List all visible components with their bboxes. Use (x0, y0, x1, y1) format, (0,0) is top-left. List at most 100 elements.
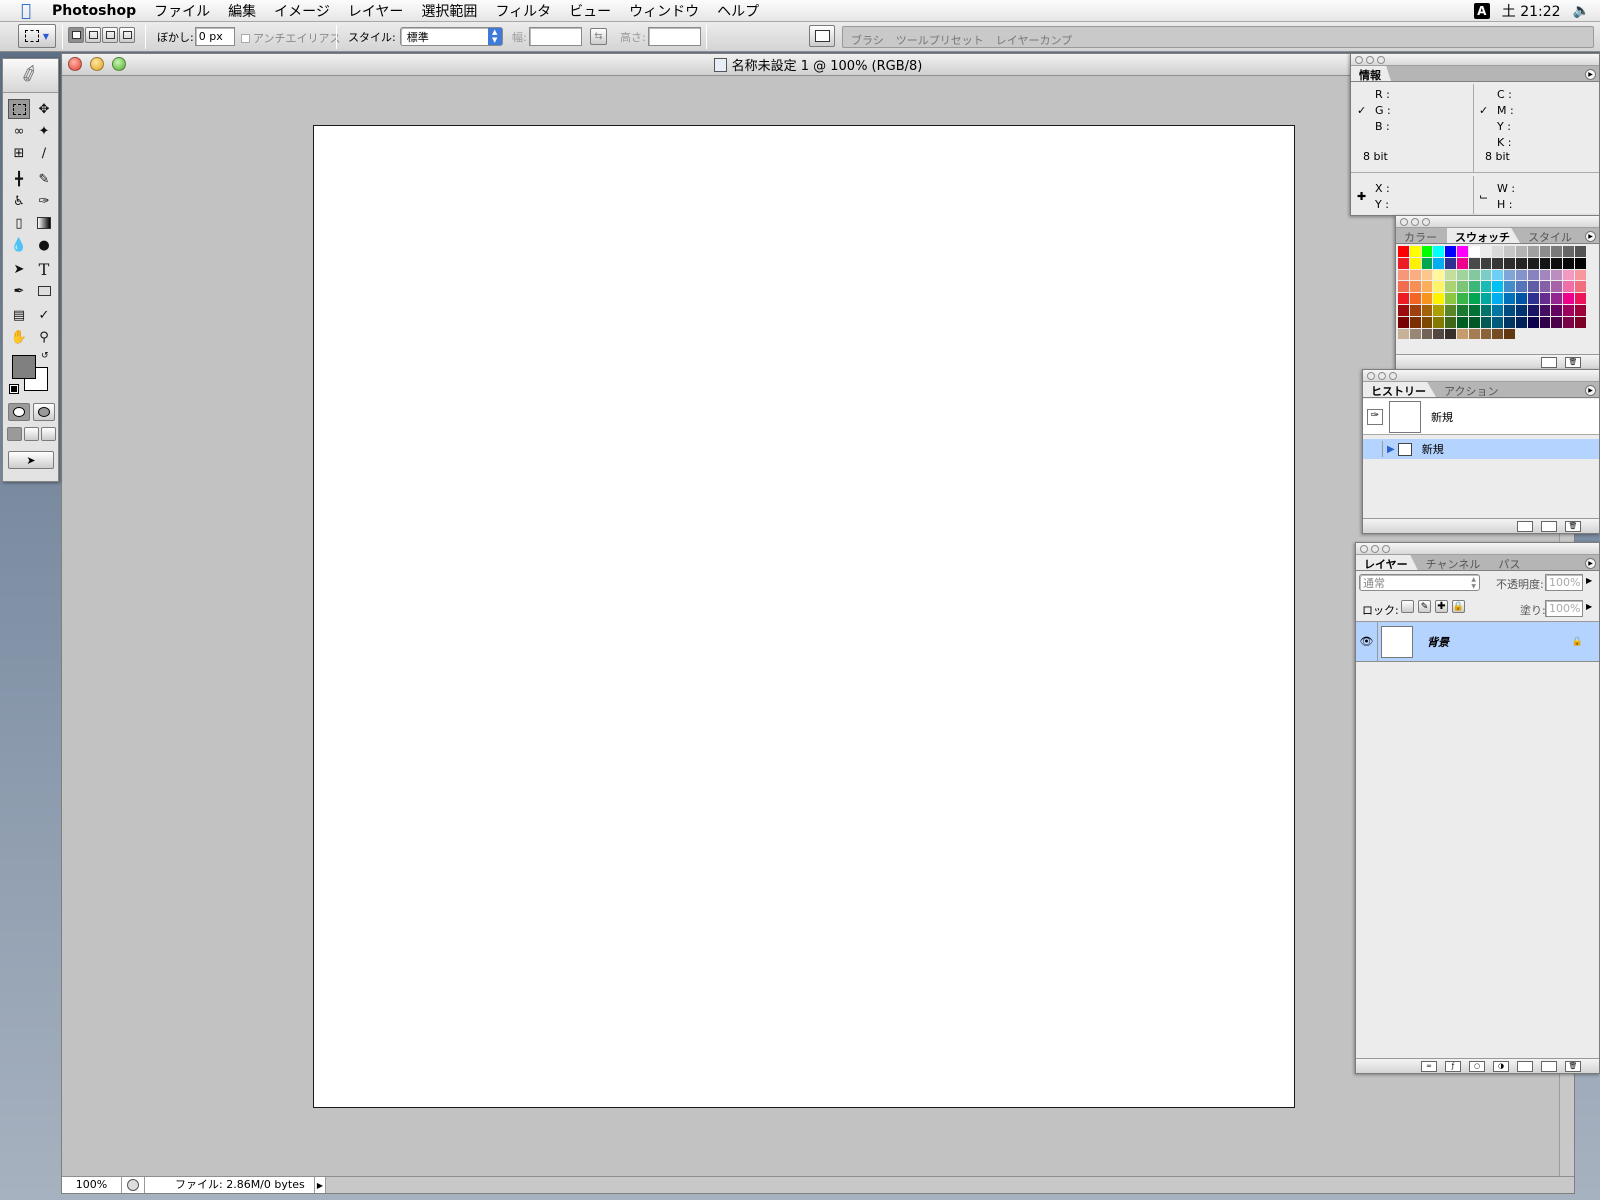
tab-history[interactable]: ヒストリー (1363, 382, 1436, 397)
swap-colors-icon[interactable]: ↺ (41, 351, 49, 361)
color-swatch[interactable] (1421, 257, 1434, 270)
rectangular-marquee-tool-icon[interactable] (8, 99, 30, 119)
eye-icon[interactable]: 👁 (1356, 622, 1378, 661)
color-swatch[interactable] (1539, 316, 1552, 329)
color-swatch[interactable] (1468, 316, 1481, 329)
color-swatch[interactable] (1445, 293, 1457, 305)
color-swatch[interactable] (1409, 316, 1422, 329)
add-selection-icon[interactable] (85, 27, 101, 43)
color-swatch[interactable] (1574, 304, 1587, 317)
color-swatch[interactable] (1409, 269, 1422, 282)
tab-layers[interactable]: レイヤー (1356, 555, 1418, 570)
color-swatch[interactable] (1398, 281, 1410, 294)
trash-icon[interactable]: 🗑 (1565, 356, 1581, 368)
history-panel-titlebar[interactable] (1363, 370, 1599, 382)
file-browser-icon[interactable] (809, 25, 835, 47)
zoom-window-button[interactable] (112, 57, 126, 71)
lasso-tool-icon[interactable]: ∞ (8, 121, 30, 141)
color-swatch[interactable] (1398, 293, 1410, 305)
history-source-checkbox[interactable] (1367, 441, 1383, 457)
color-swatch[interactable] (1504, 257, 1516, 270)
color-swatch[interactable] (1551, 293, 1564, 305)
color-swatch[interactable] (1527, 304, 1540, 317)
color-swatch[interactable] (1468, 281, 1481, 294)
color-swatch[interactable] (1574, 246, 1587, 258)
color-swatch[interactable] (1574, 257, 1587, 270)
status-info-icon[interactable] (127, 1179, 139, 1191)
color-swatch[interactable] (1480, 269, 1493, 282)
opacity-input[interactable]: 100% (1545, 574, 1583, 591)
add-mask-icon[interactable]: ○ (1469, 1060, 1485, 1072)
layer-row-background[interactable]: 👁 背景 🔒 (1356, 622, 1599, 662)
zoom-tool-icon[interactable]: ⚲ (33, 327, 55, 347)
color-swatch[interactable] (1574, 316, 1587, 329)
adjustment-layer-icon[interactable]: ◑ (1493, 1060, 1509, 1072)
lock-all-icon[interactable]: 🔒 (1452, 600, 1465, 613)
color-swatch[interactable] (1504, 293, 1516, 305)
subtract-selection-icon[interactable] (102, 27, 118, 43)
magic-wand-tool-icon[interactable]: ✦ (33, 121, 55, 141)
menu-window[interactable]: ウィンドウ (629, 1, 699, 21)
color-swatch[interactable] (1563, 246, 1575, 258)
color-swatch[interactable] (1409, 304, 1422, 317)
color-swatch[interactable] (1563, 293, 1575, 305)
height-input[interactable] (647, 27, 701, 46)
color-swatch[interactable] (1480, 328, 1493, 341)
color-swatch[interactable] (1468, 257, 1481, 270)
menu-layer[interactable]: レイヤー (348, 1, 404, 21)
color-swatch[interactable] (1480, 281, 1493, 294)
fill-slider-arrow-icon[interactable]: ▶ (1586, 602, 1592, 611)
color-swatch[interactable] (1433, 269, 1446, 282)
color-swatch[interactable] (1480, 304, 1493, 317)
color-swatch[interactable] (1398, 257, 1410, 270)
toolbox-header[interactable]: ✐ (3, 59, 58, 93)
color-swatch[interactable] (1456, 269, 1469, 282)
panel-menu-icon[interactable]: ▶ (1585, 558, 1596, 569)
antialias-checkbox[interactable] (241, 33, 250, 43)
color-swatch[interactable] (1504, 328, 1516, 341)
color-swatch[interactable] (1480, 246, 1493, 258)
color-swatch[interactable] (1515, 316, 1528, 329)
new-snapshot-icon[interactable] (1541, 520, 1557, 532)
color-swatch[interactable] (1504, 246, 1516, 258)
slice-tool-icon[interactable]: ∕ (33, 143, 55, 163)
color-swatch[interactable] (1527, 316, 1540, 329)
default-colors-icon[interactable] (9, 384, 19, 394)
color-swatch[interactable] (1409, 293, 1422, 305)
new-swatch-icon[interactable] (1541, 356, 1557, 368)
menu-select[interactable]: 選択範囲 (421, 1, 477, 21)
close-window-button[interactable] (68, 57, 82, 71)
new-layer-icon[interactable] (1541, 1060, 1557, 1072)
tab-color[interactable]: カラー (1396, 228, 1447, 243)
color-swatch[interactable] (1398, 328, 1410, 341)
tool-preset-picker[interactable]: ▼ (18, 24, 56, 48)
color-swatch[interactable] (1468, 304, 1481, 317)
color-swatch[interactable] (1527, 257, 1540, 270)
tab-styles[interactable]: スタイル (1520, 228, 1582, 243)
link-layers-icon[interactable]: ∞ (1421, 1060, 1437, 1072)
color-swatch[interactable] (1527, 269, 1540, 282)
color-swatch[interactable] (1551, 316, 1564, 329)
notes-tool-icon[interactable]: ▤ (8, 305, 30, 325)
color-swatch[interactable] (1456, 316, 1469, 329)
blur-tool-icon[interactable]: 💧 (8, 235, 30, 255)
color-swatch[interactable] (1480, 257, 1493, 270)
zoom-level-field[interactable]: 100% (62, 1177, 122, 1193)
panel-menu-icon[interactable]: ▶ (1585, 231, 1596, 242)
color-swatch[interactable] (1445, 304, 1457, 317)
menu-file[interactable]: ファイル (154, 1, 210, 21)
color-swatch[interactable] (1515, 246, 1528, 258)
menu-edit[interactable]: 編集 (228, 1, 256, 21)
color-swatch[interactable] (1409, 246, 1422, 258)
blend-mode-select[interactable]: 通常 ▲ ▼ (1359, 574, 1480, 591)
color-swatch[interactable] (1421, 281, 1434, 294)
color-swatch[interactable] (1456, 304, 1469, 317)
color-swatch[interactable] (1527, 293, 1540, 305)
color-swatch[interactable] (1515, 269, 1528, 282)
new-group-icon[interactable] (1517, 1060, 1533, 1072)
color-swatch[interactable] (1492, 257, 1505, 270)
hand-tool-icon[interactable]: ✋ (8, 327, 30, 347)
tab-info[interactable]: 情報 (1351, 66, 1391, 81)
color-swatch[interactable] (1433, 257, 1446, 270)
color-swatch[interactable] (1527, 246, 1540, 258)
